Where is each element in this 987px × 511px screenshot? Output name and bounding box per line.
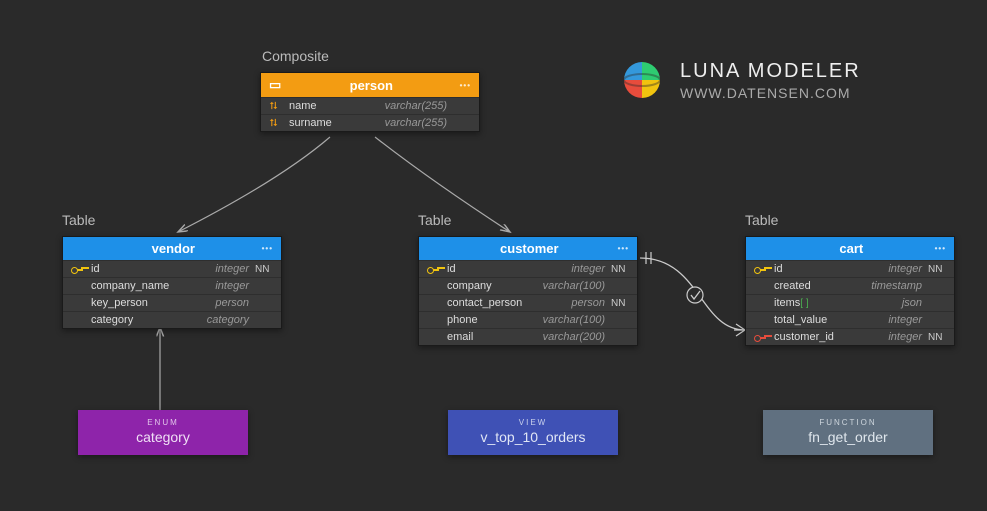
column-type: person xyxy=(571,297,605,309)
column-name: contact_person xyxy=(447,297,571,309)
column-name: created xyxy=(774,280,871,292)
column-row[interactable]: items[ ] json xyxy=(746,294,954,311)
chip-name: v_top_10_orders xyxy=(448,429,618,445)
column-constraint: NN xyxy=(255,264,273,275)
label-table-cart: Table xyxy=(745,212,778,228)
fk-key-icon xyxy=(754,333,772,341)
fk-icon xyxy=(269,117,287,129)
column-row[interactable]: id integer NN xyxy=(746,260,954,277)
entity-header-customer[interactable]: customer ••• xyxy=(419,237,637,260)
label-composite: Composite xyxy=(262,48,329,64)
entity-header-person[interactable]: ▭ person ••• xyxy=(261,73,479,97)
chip-kind: VIEW xyxy=(448,418,618,427)
chip-kind: FUNCTION xyxy=(763,418,933,427)
entity-header-vendor[interactable]: vendor ••• xyxy=(63,237,281,260)
chip-function-getorder[interactable]: FUNCTION fn_get_order xyxy=(763,410,933,455)
column-name: phone xyxy=(447,314,543,326)
entity-person[interactable]: ▭ person ••• name varchar(255) surname v… xyxy=(260,72,480,132)
column-type: json xyxy=(902,297,922,309)
entity-title: vendor xyxy=(85,241,262,256)
column-type: varchar(100) xyxy=(543,280,605,292)
column-constraint: NN xyxy=(611,298,629,309)
column-type: integer xyxy=(888,314,922,326)
column-type: integer xyxy=(215,280,249,292)
column-type: varchar(100) xyxy=(543,314,605,326)
column-name: name xyxy=(289,100,385,112)
column-name: company xyxy=(447,280,543,292)
entity-title: cart xyxy=(768,241,935,256)
column-name: items[ ] xyxy=(774,297,902,309)
entity-menu-icon[interactable]: ••• xyxy=(935,244,946,253)
pk-icon xyxy=(427,265,445,273)
chip-name: fn_get_order xyxy=(763,429,933,445)
pk-icon xyxy=(754,265,772,273)
brand-logo-icon xyxy=(620,58,664,102)
column-type: varchar(255) xyxy=(385,100,447,112)
column-name: surname xyxy=(289,117,385,129)
column-type: integer xyxy=(888,331,922,343)
composite-icon: ▭ xyxy=(269,77,283,93)
column-constraint: NN xyxy=(928,332,946,343)
column-row[interactable]: id integer NN xyxy=(419,260,637,277)
fk-icon xyxy=(269,100,287,112)
column-row[interactable]: category category xyxy=(63,311,281,328)
column-name: email xyxy=(447,331,543,343)
column-row[interactable]: id integer NN xyxy=(63,260,281,277)
column-row[interactable]: company varchar(100) xyxy=(419,277,637,294)
column-name: customer_id xyxy=(774,331,888,343)
column-name: total_value xyxy=(774,314,888,326)
entity-menu-icon[interactable]: ••• xyxy=(460,81,471,90)
column-type: integer xyxy=(888,263,922,275)
column-row[interactable]: email varchar(200) xyxy=(419,328,637,345)
entity-menu-icon[interactable]: ••• xyxy=(618,244,629,253)
column-name: id xyxy=(91,263,215,275)
column-name: id xyxy=(774,263,888,275)
column-row[interactable]: customer_id integer NN xyxy=(746,328,954,345)
column-name: id xyxy=(447,263,571,275)
label-table-customer: Table xyxy=(418,212,451,228)
entity-header-cart[interactable]: cart ••• xyxy=(746,237,954,260)
column-name: category xyxy=(91,314,207,326)
chip-kind: ENUM xyxy=(78,418,248,427)
label-table-vendor: Table xyxy=(62,212,95,228)
column-type: integer xyxy=(215,263,249,275)
column-name: company_name xyxy=(91,280,215,292)
column-row[interactable]: phone varchar(100) xyxy=(419,311,637,328)
pk-icon xyxy=(71,265,89,273)
column-type: varchar(200) xyxy=(543,331,605,343)
column-constraint: NN xyxy=(928,264,946,275)
column-type: person xyxy=(215,297,249,309)
chip-name: category xyxy=(78,429,248,445)
column-type: integer xyxy=(571,263,605,275)
entity-title: person xyxy=(283,78,460,93)
column-constraint: NN xyxy=(611,264,629,275)
entity-title: customer xyxy=(441,241,618,256)
chip-view-top10[interactable]: VIEW v_top_10_orders xyxy=(448,410,618,455)
column-type: varchar(255) xyxy=(385,117,447,129)
column-row[interactable]: surname varchar(255) xyxy=(261,114,479,131)
column-row[interactable]: company_name integer xyxy=(63,277,281,294)
column-row[interactable]: contact_person person NN xyxy=(419,294,637,311)
column-name: key_person xyxy=(91,297,215,309)
branding-block: LUNA MODELER WWW.DATENSEN.COM xyxy=(620,58,861,102)
brand-url: WWW.DATENSEN.COM xyxy=(680,85,861,101)
chip-enum-category[interactable]: ENUM category xyxy=(78,410,248,455)
entity-cart[interactable]: cart ••• id integer NN created timestamp… xyxy=(745,236,955,346)
column-type: timestamp xyxy=(871,280,922,292)
entity-vendor[interactable]: vendor ••• id integer NN company_name in… xyxy=(62,236,282,329)
entity-customer[interactable]: customer ••• id integer NN company varch… xyxy=(418,236,638,346)
column-row[interactable]: name varchar(255) xyxy=(261,97,479,114)
brand-title: LUNA MODELER xyxy=(680,60,861,83)
entity-menu-icon[interactable]: ••• xyxy=(262,244,273,253)
column-row[interactable]: total_value integer xyxy=(746,311,954,328)
column-row[interactable]: created timestamp xyxy=(746,277,954,294)
column-type: category xyxy=(207,314,249,326)
array-suffix: [ ] xyxy=(800,298,808,309)
column-row[interactable]: key_person person xyxy=(63,294,281,311)
